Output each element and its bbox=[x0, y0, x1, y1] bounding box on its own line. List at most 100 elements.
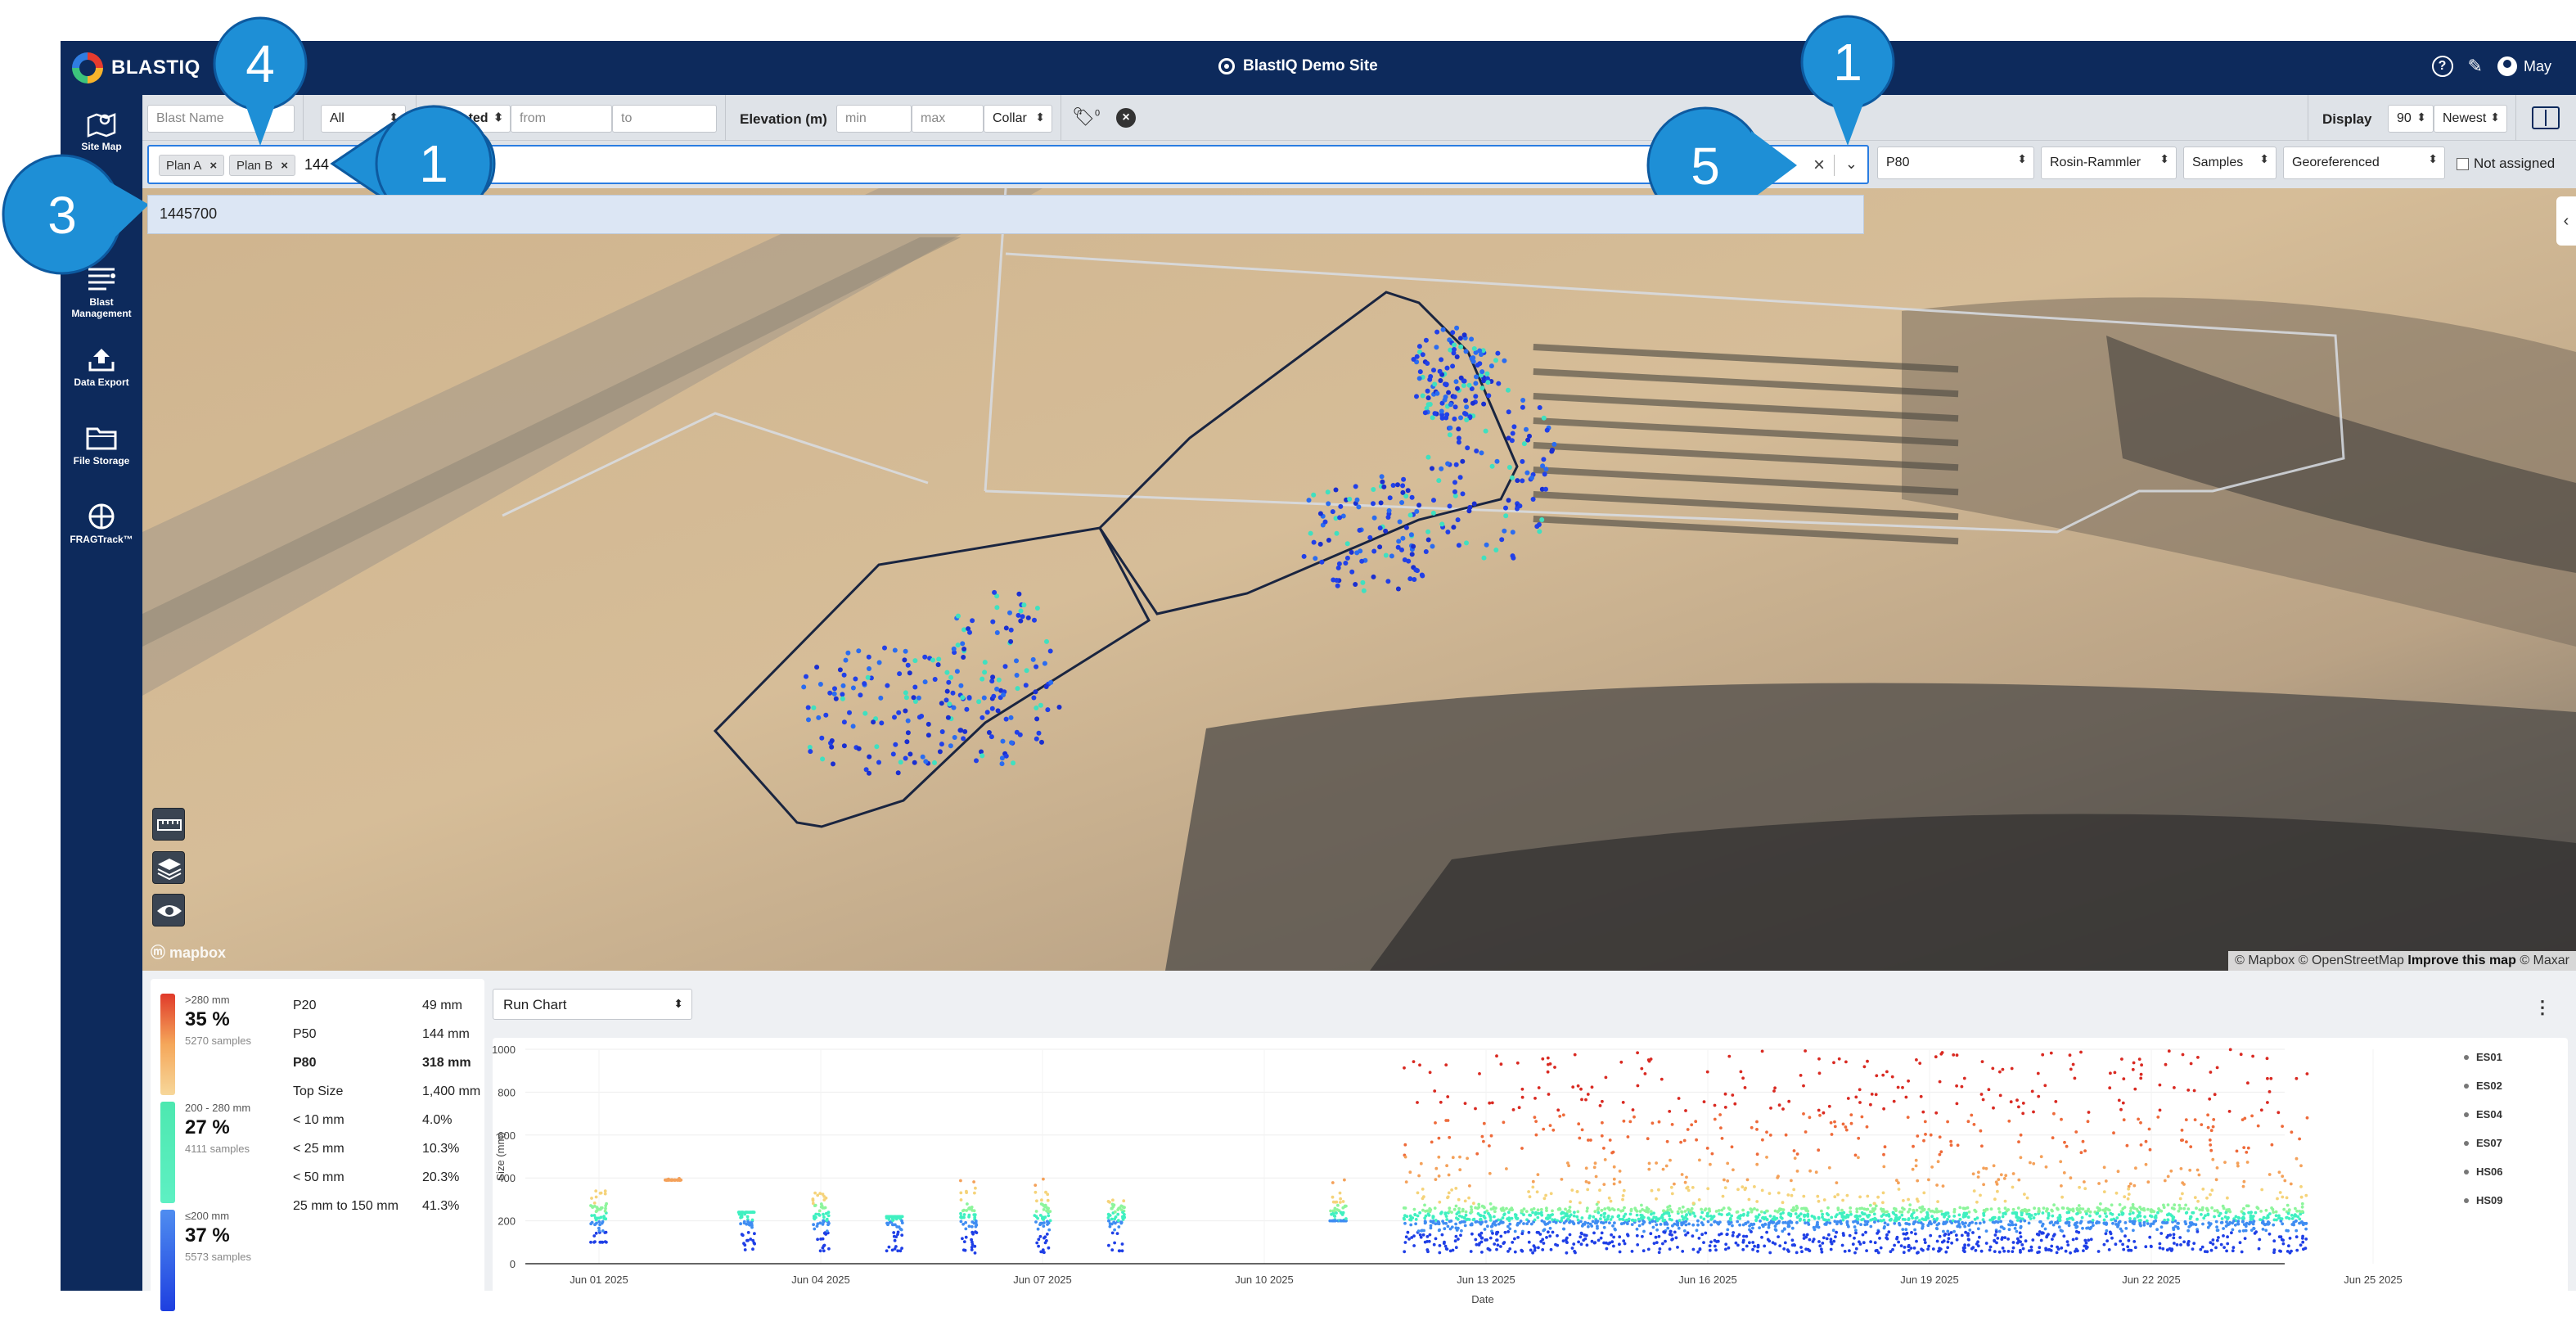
ruler-icon[interactable] bbox=[152, 808, 185, 841]
blast-search-input[interactable]: Plan A × Plan B × 144 × ⌄ bbox=[147, 145, 1869, 184]
data-point bbox=[1863, 1220, 1867, 1224]
data-point bbox=[1719, 1126, 1723, 1129]
data-point bbox=[1614, 1228, 1617, 1232]
sample-point bbox=[1020, 614, 1025, 620]
sample-point bbox=[893, 742, 898, 747]
tag-filter[interactable]: 🏷0 bbox=[1072, 106, 1100, 128]
sample-point bbox=[865, 674, 871, 680]
data-point bbox=[589, 1222, 593, 1226]
band-percent: 27 % bbox=[185, 1116, 230, 1138]
data-point bbox=[1966, 1233, 1970, 1238]
help-icon[interactable]: ? bbox=[2431, 56, 2453, 77]
layers-icon[interactable] bbox=[152, 851, 185, 884]
sample-point bbox=[905, 662, 911, 668]
data-point bbox=[1902, 1251, 1906, 1255]
data-point bbox=[1993, 1238, 1996, 1242]
data-point bbox=[1433, 1089, 1437, 1093]
attribution-maxar[interactable]: © Maxar bbox=[2520, 954, 2569, 967]
data-point bbox=[2189, 1145, 2193, 1148]
data-point bbox=[1726, 1213, 1729, 1216]
data-point bbox=[1533, 1248, 1537, 1252]
sidebar-item-file-storage[interactable]: File Storage bbox=[61, 424, 142, 467]
sidebar-item-blast-management[interactable]: Blast Management bbox=[61, 265, 142, 319]
data-point bbox=[1488, 1101, 1492, 1105]
sample-point bbox=[1349, 549, 1354, 555]
sidebar-item-data-export[interactable]: Data Export bbox=[61, 345, 142, 388]
brand-logo[interactable]: BLASTIQ bbox=[72, 52, 200, 83]
attribution-mapbox[interactable]: © Mapbox bbox=[2235, 954, 2295, 967]
improve-map-link[interactable]: Improve this map bbox=[2407, 954, 2515, 967]
data-point bbox=[2166, 1203, 2170, 1206]
chip-remove-icon[interactable]: × bbox=[209, 159, 217, 173]
date-to-input[interactable]: to bbox=[612, 105, 717, 133]
data-point bbox=[2209, 1148, 2213, 1152]
not-assigned-toggle[interactable]: Not assigned bbox=[2457, 156, 2555, 172]
data-point bbox=[1935, 1223, 1939, 1227]
chevron-down-icon[interactable]: ⌄ bbox=[1845, 156, 1858, 173]
elevation-min-input[interactable]: min bbox=[836, 105, 912, 133]
data-point bbox=[1537, 1086, 1541, 1089]
elevation-reference-select[interactable]: Collar bbox=[984, 105, 1052, 133]
eye-icon[interactable] bbox=[152, 894, 185, 927]
data-point bbox=[2002, 1211, 2006, 1215]
status-select[interactable]: All bbox=[321, 105, 406, 133]
sample-point bbox=[1360, 579, 1366, 585]
data-point bbox=[1939, 1052, 1943, 1056]
satellite-map[interactable] bbox=[142, 188, 2576, 971]
data-point bbox=[1963, 1224, 1967, 1229]
data-point bbox=[1488, 1202, 1493, 1206]
more-options-icon[interactable]: ⋮ bbox=[2533, 997, 2551, 1018]
date-type-select[interactable]: Created bbox=[430, 105, 511, 133]
reference-select[interactable]: Georeferenced bbox=[2283, 147, 2445, 179]
data-point bbox=[1446, 1224, 1450, 1229]
data-point bbox=[1917, 1219, 1921, 1223]
user-menu[interactable]: May bbox=[2497, 56, 2551, 76]
feedback-icon[interactable]: ✎ bbox=[2468, 56, 2483, 77]
data-point bbox=[1817, 1199, 1821, 1203]
data-point bbox=[2295, 1209, 2299, 1213]
data-point bbox=[1507, 1218, 1511, 1221]
data-point bbox=[1536, 1173, 1540, 1176]
book-icon[interactable] bbox=[2532, 106, 2560, 129]
elevation-max-input[interactable]: max bbox=[912, 105, 984, 133]
divider bbox=[2515, 95, 2516, 141]
chip-remove-icon[interactable]: × bbox=[281, 159, 288, 173]
attribution-osm[interactable]: © OpenStreetMap bbox=[2299, 954, 2404, 967]
data-point bbox=[1841, 1215, 1845, 1219]
data-point bbox=[1513, 1250, 1517, 1254]
data-point bbox=[1576, 1084, 1580, 1088]
sidebar-item-site-map[interactable]: Site Map bbox=[61, 110, 142, 152]
sample-point bbox=[895, 770, 901, 776]
data-point bbox=[1408, 1214, 1412, 1218]
date-from-input[interactable]: from bbox=[511, 105, 612, 133]
data-point bbox=[1447, 1173, 1451, 1177]
data-point bbox=[1438, 1200, 1442, 1204]
not-assigned-checkbox[interactable] bbox=[2457, 157, 2469, 170]
data-point bbox=[2011, 1172, 2015, 1175]
data-point bbox=[2128, 1220, 2132, 1224]
site-map[interactable]: ⓜ mapbox © Mapbox © OpenStreetMap Improv… bbox=[142, 188, 2576, 971]
model-select[interactable]: Rosin-Rammler bbox=[2041, 147, 2177, 179]
data-point bbox=[2045, 1207, 2049, 1211]
metric-select[interactable]: P80 bbox=[1877, 147, 2034, 179]
site-selector[interactable]: BlastIQ Demo Site bbox=[1218, 57, 1378, 75]
chart-type-select[interactable]: Run Chart bbox=[493, 989, 692, 1020]
data-point bbox=[1774, 1229, 1778, 1232]
blast-name-input[interactable]: Blast Name bbox=[147, 105, 295, 133]
search-dropdown-option[interactable]: 1445700 bbox=[147, 195, 1864, 234]
source-select[interactable]: Samples bbox=[2183, 147, 2277, 179]
panel-collapse-icon[interactable]: ‹ bbox=[2556, 196, 2576, 246]
clear-filters-icon[interactable]: × bbox=[1116, 108, 1136, 128]
filter-chip-plan-a[interactable]: Plan A × bbox=[159, 155, 225, 176]
data-point bbox=[894, 1245, 898, 1248]
sample-point bbox=[867, 666, 871, 671]
sort-select[interactable]: Newest bbox=[2434, 105, 2507, 133]
filter-chip-plan-b[interactable]: Plan B × bbox=[229, 155, 295, 176]
display-count-select[interactable]: 90 bbox=[2388, 105, 2434, 133]
data-point bbox=[1463, 1102, 1467, 1105]
clear-search-icon[interactable]: × bbox=[1813, 154, 1825, 177]
data-point bbox=[1663, 1219, 1667, 1222]
data-point bbox=[1416, 1214, 1420, 1218]
data-point bbox=[1794, 1208, 1798, 1212]
sidebar-item-fragtrack[interactable]: FRAGTrack™ bbox=[61, 503, 142, 545]
